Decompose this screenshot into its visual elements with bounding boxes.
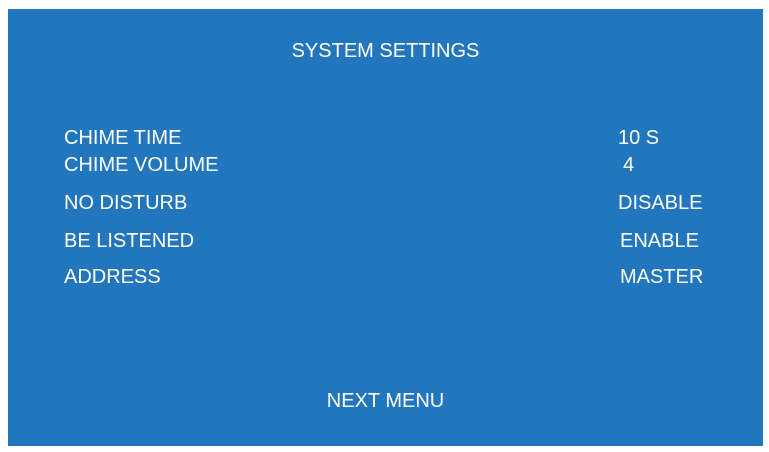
next-menu-button[interactable]: NEXT MENU xyxy=(8,389,763,413)
setting-value-chime-volume: 4 xyxy=(623,154,635,176)
setting-label-address: ADDRESS xyxy=(64,266,161,288)
setting-value-be-listened: ENABLE xyxy=(620,230,699,252)
setting-value-chime-time: 10 S xyxy=(618,127,660,149)
page-title: SYSTEM SETTINGS xyxy=(291,40,480,62)
setting-row-be-listened[interactable]: BE LISTENED ENABLE xyxy=(8,226,763,256)
setting-row-chime-volume[interactable]: CHIME VOLUME 4 xyxy=(8,150,763,180)
setting-label-no-disturb: NO DISTURB xyxy=(64,192,188,214)
settings-screen: SYSTEM SETTINGS CHIME TIME 10 S CHIME VO… xyxy=(8,9,763,446)
setting-row-chime-time[interactable]: CHIME TIME 10 S xyxy=(8,123,763,153)
setting-row-address[interactable]: ADDRESS MASTER xyxy=(8,262,763,292)
setting-row-no-disturb[interactable]: NO DISTURB DISABLE xyxy=(8,188,763,218)
setting-label-chime-time: CHIME TIME xyxy=(64,127,182,149)
setting-value-address: MASTER xyxy=(620,266,704,288)
setting-value-no-disturb: DISABLE xyxy=(618,192,703,214)
setting-label-chime-volume: CHIME VOLUME xyxy=(64,154,219,176)
setting-label-be-listened: BE LISTENED xyxy=(64,230,195,252)
